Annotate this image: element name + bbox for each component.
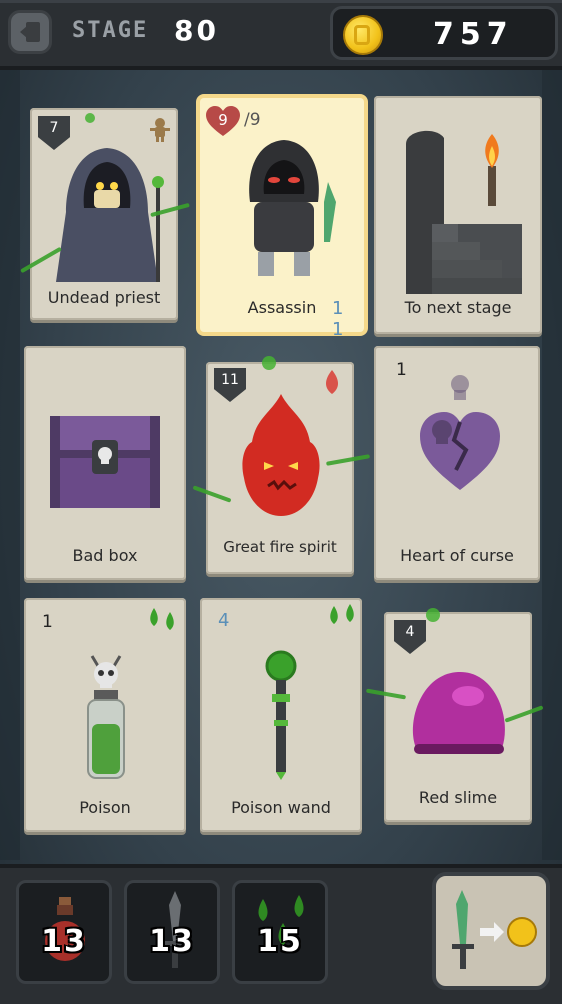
poison-splat — [85, 113, 95, 123]
card-title: To next stage — [404, 298, 512, 317]
top-bar: STAGE 80 757 — [0, 0, 562, 70]
coin-counter: 757 — [330, 6, 558, 60]
card-undead-priest[interactable]: 7 Undead priest — [20, 108, 190, 320]
poison-bottle-icon — [87, 655, 125, 779]
card-assassin-hero[interactable]: 9 /9 Assassin 1 1 — [200, 98, 364, 340]
gold-coin-icon — [343, 15, 383, 55]
card-title: Poison wand — [231, 798, 331, 817]
poison-splat — [426, 608, 440, 622]
sell-weapon-for-coin-icon — [452, 890, 537, 969]
inventory-slot-poison[interactable]: 15 — [232, 880, 328, 984]
slime-icon — [412, 671, 505, 754]
inventory-slot-potion[interactable]: 13 — [16, 880, 112, 984]
poison-drops-icon — [330, 604, 354, 624]
fire-spirit-icon — [242, 394, 320, 516]
card-title: Bad box — [72, 546, 138, 565]
card-title: Undead priest — [47, 288, 161, 307]
card-title: Red slime — [418, 788, 498, 807]
card-next-stage[interactable]: To next stage — [374, 96, 542, 334]
stairs-torch-icon — [406, 130, 522, 294]
sell-weapon-button[interactable] — [432, 872, 550, 990]
assassin-icon — [249, 140, 336, 276]
card-red-slime[interactable]: 4 Red slime — [365, 608, 544, 822]
card-heart-of-curse[interactable]: 1 Heart of curse — [374, 346, 540, 580]
voodoo-doll-icon — [150, 118, 170, 142]
card-bad-box[interactable]: Bad box — [24, 346, 186, 580]
card-title: Heart of curse — [400, 546, 514, 565]
tree-trunk-right — [542, 60, 562, 860]
poison-drops-icon — [150, 608, 174, 630]
stage-label: STAGE — [72, 18, 149, 43]
slot-count: 13 — [149, 924, 195, 959]
poison-wand-icon — [265, 650, 297, 780]
inventory-slot-dagger[interactable]: 13 — [124, 880, 220, 984]
tree-trunk-left — [0, 60, 20, 860]
poison-splat — [262, 356, 276, 370]
card-title: Poison — [79, 798, 131, 817]
card-title: Great fire spirit — [223, 538, 337, 556]
slot-count: 13 — [41, 924, 87, 959]
card-great-fire-spirit[interactable]: 11 Great fire spirit — [192, 356, 371, 574]
stage-number: 80 — [174, 14, 219, 47]
max-health: /9 — [244, 110, 261, 130]
enemy-power-badge: 4 — [394, 620, 426, 654]
item-value: 4 — [218, 610, 232, 631]
coin-count: 757 — [433, 17, 514, 52]
exit-door-icon — [20, 22, 40, 42]
cursed-chest-icon — [50, 416, 160, 508]
card-poison-wand[interactable]: 4 Poison wand — [200, 598, 362, 832]
reaper-priest-icon — [56, 148, 164, 282]
item-value: 1 — [396, 360, 407, 380]
health-value: 9 — [218, 111, 228, 129]
exit-button[interactable] — [8, 10, 52, 54]
item-value: 1 — [42, 612, 53, 632]
slot-count: 15 — [257, 924, 303, 959]
broken-heart-skull-icon — [420, 375, 500, 490]
card-poison[interactable]: 1 Poison — [24, 598, 186, 832]
shield-value: 1 1 — [332, 298, 346, 340]
